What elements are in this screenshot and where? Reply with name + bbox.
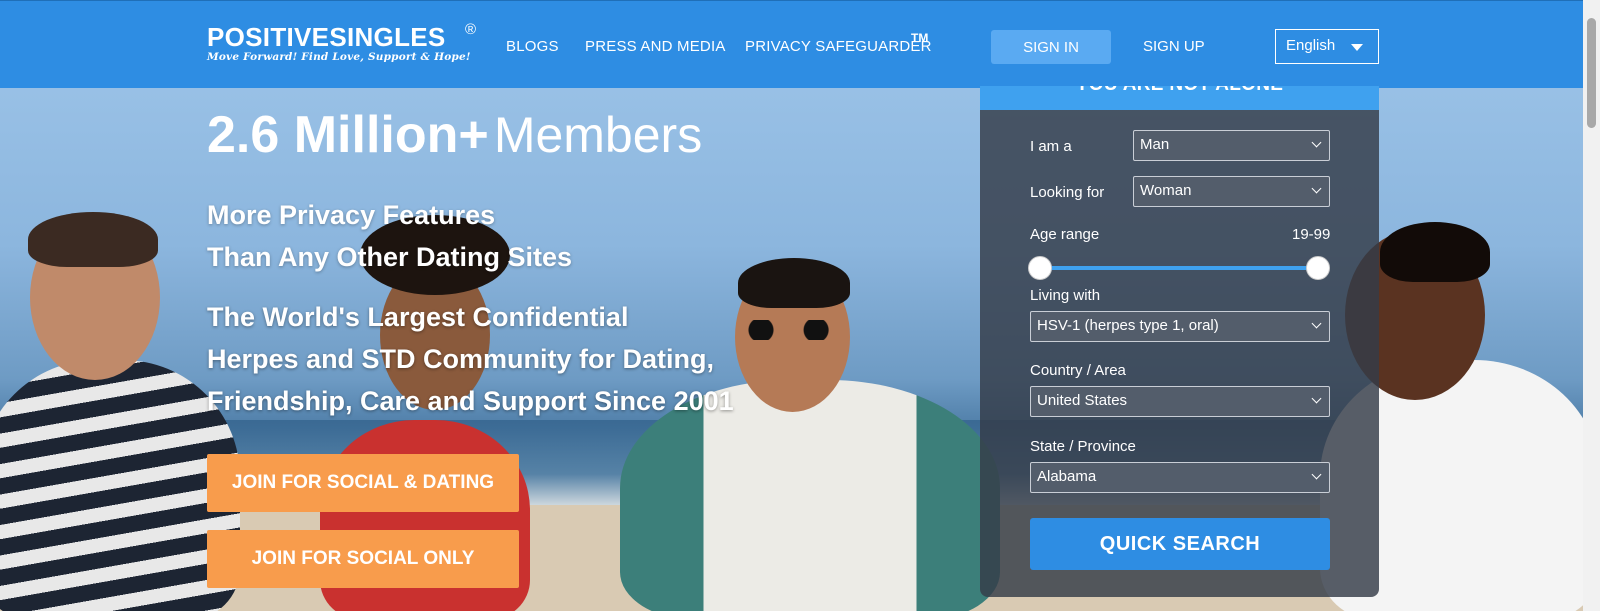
logo-tagline: Move Forward! Find Love, Support & Hope! bbox=[207, 51, 471, 63]
tagline-line: Friendship, Care and Support Since 2001 bbox=[207, 386, 734, 416]
members-headline: 2.6 Million+ Members bbox=[207, 105, 702, 165]
i-am-value: Man bbox=[1140, 136, 1170, 153]
living-with-select[interactable]: HSV-1 (herpes type 1, oral) bbox=[1030, 311, 1330, 342]
sunglasses bbox=[742, 320, 837, 340]
tagline-line: More Privacy Features bbox=[207, 200, 496, 230]
join-social-only-button[interactable]: JOIN FOR SOCIAL ONLY bbox=[207, 530, 519, 588]
panel-banner: YOU ARE NOT ALONE bbox=[980, 86, 1379, 110]
privacy-tagline: More Privacy Features Than Any Other Dat… bbox=[207, 194, 572, 278]
age-range-slider-track[interactable] bbox=[1030, 266, 1312, 270]
looking-for-label: Looking for bbox=[1030, 184, 1105, 201]
chevron-down-icon bbox=[1311, 183, 1322, 194]
country-select[interactable]: United States bbox=[1030, 386, 1330, 417]
tagline-line: Herpes and STD Community for Dating, bbox=[207, 344, 715, 374]
sign-in-button[interactable]: SIGN IN bbox=[991, 30, 1111, 64]
site-logo[interactable]: POSITIVESINGLES ® Move Forward! Find Lov… bbox=[207, 21, 476, 63]
person-hair bbox=[28, 212, 158, 267]
nav-press-and-media-link[interactable]: PRESS AND MEDIA bbox=[585, 38, 726, 55]
chevron-down-icon bbox=[1311, 137, 1322, 148]
age-range-label: Age range bbox=[1030, 226, 1100, 243]
age-range-value: 19-99 bbox=[1292, 226, 1331, 243]
state-select[interactable]: Alabama bbox=[1030, 462, 1330, 493]
age-max-slider-thumb[interactable] bbox=[1306, 256, 1330, 280]
trademark-mark: TM bbox=[911, 31, 929, 45]
join-social-dating-button[interactable]: JOIN FOR SOCIAL & DATING bbox=[207, 454, 519, 512]
tagline-line: Than Any Other Dating Sites bbox=[207, 242, 573, 272]
i-am-select[interactable]: Man bbox=[1133, 130, 1330, 161]
i-am-label: I am a bbox=[1030, 138, 1072, 155]
state-value: Alabama bbox=[1037, 468, 1097, 485]
looking-for-value: Woman bbox=[1140, 182, 1192, 199]
quick-search-panel: YOU ARE NOT ALONE I am a Man Looking for… bbox=[980, 86, 1379, 597]
living-with-label: Living with bbox=[1030, 287, 1101, 304]
page-scrollbar[interactable] bbox=[1583, 0, 1600, 611]
person-hair bbox=[1380, 222, 1490, 282]
scrollbar-thumb[interactable] bbox=[1587, 18, 1596, 128]
chevron-down-icon bbox=[1311, 318, 1322, 329]
nav-privacy-safeguarder-link[interactable]: PRIVACY SAFEGUARDER bbox=[745, 38, 932, 55]
language-select[interactable]: English bbox=[1275, 29, 1379, 64]
looking-for-select[interactable]: Woman bbox=[1133, 176, 1330, 207]
country-label: Country / Area bbox=[1030, 362, 1126, 379]
age-min-slider-thumb[interactable] bbox=[1028, 256, 1052, 280]
living-with-value: HSV-1 (herpes type 1, oral) bbox=[1037, 317, 1219, 334]
person-hair bbox=[738, 258, 850, 308]
community-tagline: The World's Largest Confidential Herpes … bbox=[207, 296, 734, 422]
chevron-down-icon bbox=[1311, 393, 1322, 404]
member-count: 2.6 Million+ bbox=[207, 106, 489, 164]
tagline-line: The World's Largest Confidential bbox=[207, 302, 629, 332]
country-value: United States bbox=[1037, 392, 1128, 409]
sign-up-link[interactable]: SIGN UP bbox=[1143, 38, 1205, 55]
registered-mark: ® bbox=[465, 21, 477, 38]
chevron-down-icon bbox=[1311, 469, 1322, 480]
language-value: English bbox=[1286, 37, 1336, 54]
nav-blogs-link[interactable]: BLOGS bbox=[506, 38, 559, 55]
person-striped-shirt bbox=[0, 360, 240, 611]
logo-name: POSITIVESINGLES bbox=[207, 22, 446, 52]
panel-banner-text: YOU ARE NOT ALONE bbox=[980, 86, 1379, 96]
caret-down-icon bbox=[1351, 44, 1363, 51]
quick-search-button[interactable]: QUICK SEARCH bbox=[1030, 518, 1330, 570]
top-navigation-bar: POSITIVESINGLES ® Move Forward! Find Lov… bbox=[0, 0, 1600, 88]
members-word: Members bbox=[493, 107, 703, 163]
state-label: State / Province bbox=[1030, 438, 1136, 455]
